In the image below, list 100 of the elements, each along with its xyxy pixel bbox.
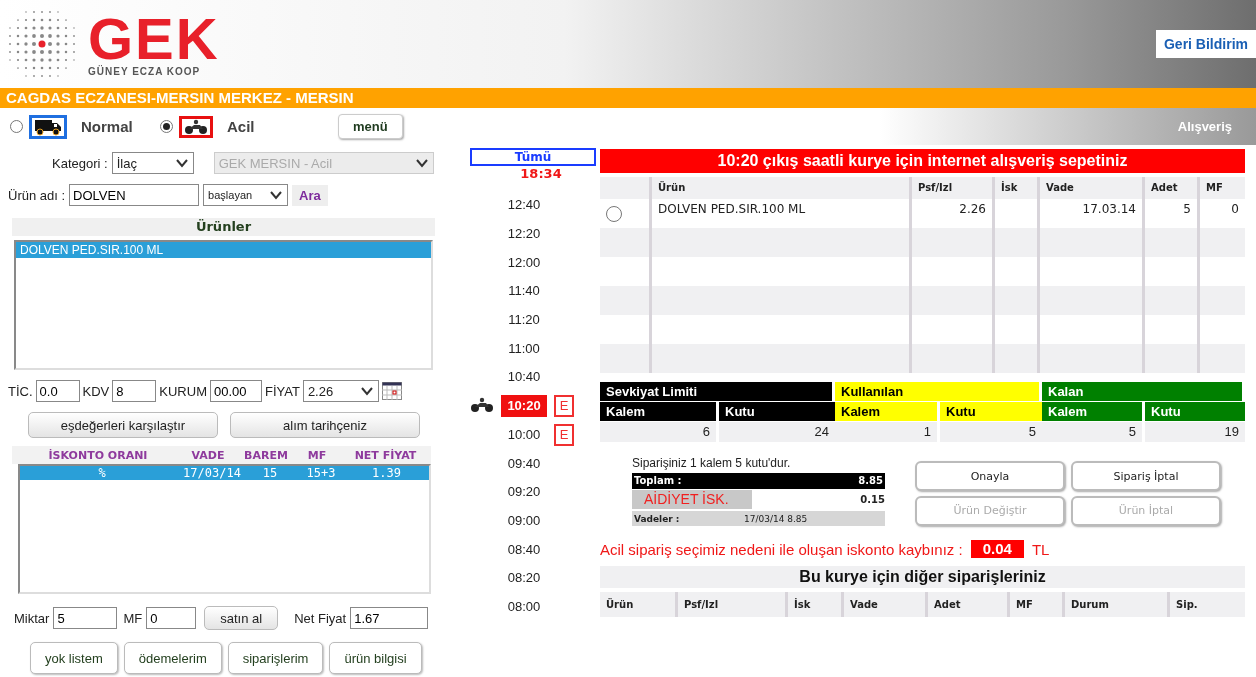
courier-icon	[470, 396, 494, 413]
radio-button[interactable]	[10, 120, 23, 133]
limit-header: Sevkiyat Limiti	[600, 382, 832, 401]
limit-value: 5	[940, 422, 1042, 442]
time-slot[interactable]: 10:20	[501, 395, 547, 418]
table-cell: 5	[1183, 202, 1191, 216]
radio-button[interactable]	[160, 120, 173, 133]
table-cell: DOLVEN PED.SIR.100 ML	[658, 202, 806, 216]
column-header: Ürün	[600, 592, 678, 617]
time-slot[interactable]: 11:00	[504, 337, 544, 360]
quantity-label: Miktar	[14, 610, 50, 626]
match-select[interactable]: başlayan	[203, 184, 289, 206]
net-price-label: Net Fiyat	[294, 610, 347, 626]
current-time: 18:34	[519, 166, 563, 183]
products-header: Ürünler	[12, 218, 435, 236]
action-button[interactable]: alım tarihçeniz	[230, 412, 420, 438]
price-select[interactable]: 2.26	[302, 380, 379, 402]
buy-button[interactable]: satın al	[204, 606, 279, 630]
chevron-icon	[269, 190, 284, 200]
option-label: Normal	[81, 118, 133, 135]
cart-title: 10:20 çıkış saatli kurye için internet alışveriş sepetiniz	[600, 149, 1245, 173]
search-button[interactable]: Ara	[292, 184, 328, 206]
all-slots-button[interactable]: Tümü	[470, 148, 596, 166]
total-bar: Toplam : 8.85	[632, 473, 885, 489]
price-label: FİYAT	[264, 383, 300, 399]
logo-subtitle: GÜNEY ECZA KOOP	[88, 65, 202, 77]
slot-badge: E	[554, 395, 574, 418]
category-select[interactable]: İlaç	[111, 152, 194, 174]
price-input[interactable]: 8	[112, 380, 157, 402]
column-header: Sip.	[1175, 598, 1199, 612]
column-header: Vade	[844, 592, 928, 617]
nav-button[interactable]: yok listem	[30, 642, 118, 674]
time-slot[interactable]: 12:00	[503, 251, 545, 274]
column-header: İSKONTO ORANI	[47, 448, 149, 462]
time-slot[interactable]: 12:40	[503, 194, 545, 217]
time-slot[interactable]: 09:00	[503, 509, 545, 532]
column-header: Adet	[1151, 182, 1178, 193]
product-input[interactable]: DOLVEN	[69, 184, 200, 206]
price-input[interactable]: 0.0	[35, 380, 80, 402]
time-slot[interactable]: 12:20	[503, 223, 545, 246]
chevron-icon	[359, 386, 374, 396]
feedback-button[interactable]: Geri Bildirim	[1155, 30, 1256, 58]
terms-bar: Vadeler : 17/03/14 8.85	[632, 511, 885, 526]
time-slot[interactable]: 10:00	[503, 423, 545, 446]
table-cell: 17.03.14	[1082, 202, 1136, 216]
time-slot[interactable]: 09:40	[503, 452, 545, 475]
nav-button[interactable]: siparişlerim	[227, 642, 324, 674]
discount-value: 0.15	[860, 493, 885, 505]
limit-column-header: Kutu	[940, 402, 1042, 421]
column-header: Adet	[928, 592, 1010, 617]
nav-button[interactable]: ödemelerim	[123, 642, 222, 674]
limit-value: 6	[600, 422, 716, 442]
currency-label: TL	[1031, 540, 1050, 558]
table-cell: 0	[1231, 202, 1239, 216]
limit-value: 5	[1042, 422, 1142, 442]
limit-column-header: Kalem	[600, 402, 716, 421]
calendar-icon[interactable]	[381, 382, 402, 400]
net-price-input[interactable]: 1.67	[350, 607, 429, 629]
limit-column-header: Kalem	[835, 402, 937, 421]
chevron-icon	[414, 158, 429, 168]
column-header: NET FİYAT	[353, 448, 418, 462]
limit-header: Kullanılan	[835, 382, 1039, 401]
nav-button[interactable]: ürün bilgisi	[329, 642, 422, 674]
motorcycle-icon	[184, 118, 208, 135]
mf-label: MF	[123, 610, 143, 626]
slot-badge: E	[554, 423, 574, 446]
chevron-icon	[174, 158, 189, 168]
time-slot[interactable]: 08:00	[503, 595, 545, 618]
time-slot[interactable]: 08:40	[503, 538, 545, 561]
time-slot[interactable]: 09:20	[503, 481, 545, 504]
limit-value: 19	[1145, 422, 1245, 442]
menu-button[interactable]: menü	[338, 114, 403, 139]
column-header: MF	[1206, 182, 1223, 193]
column-header: İsk	[1001, 182, 1018, 193]
time-slot[interactable]: 11:40	[504, 280, 544, 303]
row-radio[interactable]	[606, 206, 622, 222]
column-header: MF	[306, 448, 328, 462]
action-button[interactable]: eşdeğerleri karşılaştır	[28, 412, 218, 438]
time-slot[interactable]: 10:40	[503, 366, 545, 389]
loss-amount: 0.04	[970, 540, 1024, 558]
table-cell: 2.26	[959, 202, 986, 216]
price-label: KURUM	[159, 383, 207, 399]
limit-column-header: Kutu	[1145, 402, 1245, 421]
order-summary: Siparişiniz 1 kalem 5 kutu'dur.	[632, 456, 792, 472]
order-action-button[interactable]: Sipariş İptal	[1071, 461, 1221, 491]
mf-input[interactable]: 0	[146, 607, 197, 629]
order-action-button[interactable]: Onayla	[915, 461, 1065, 491]
discount-label: AİDİYET İSK.	[632, 489, 752, 509]
column-header: BAREM	[243, 448, 289, 462]
column-header: Durum	[1065, 592, 1170, 617]
limit-header: Kalan	[1042, 382, 1242, 401]
quantity-input[interactable]: 5	[53, 607, 118, 629]
price-input[interactable]: 00.00	[209, 380, 262, 402]
price-label: TİC.	[8, 383, 33, 399]
section-title: Alışveriş	[1177, 119, 1232, 134]
column-header: Psf/Izl	[918, 182, 953, 193]
product-label: Ürün adı :	[8, 187, 66, 203]
limit-column-header: Kalem	[1042, 402, 1142, 421]
time-slot[interactable]: 11:20	[504, 309, 544, 332]
time-slot[interactable]: 08:20	[503, 567, 545, 590]
